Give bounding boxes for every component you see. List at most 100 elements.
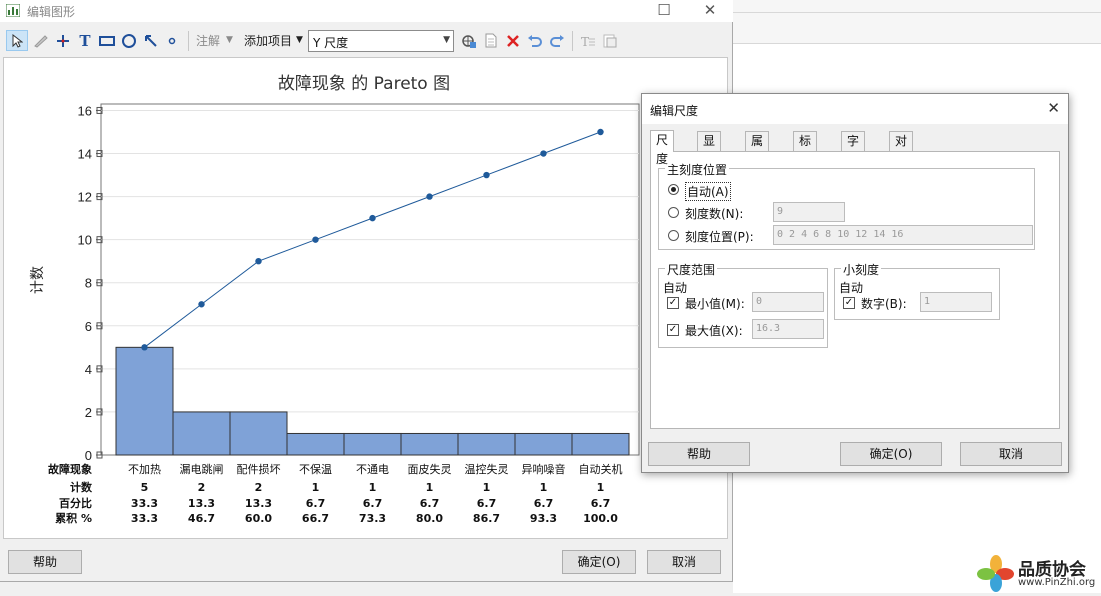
- cumulative-point: [255, 257, 262, 265]
- dialog-ok-button[interactable]: 确定(O): [840, 442, 942, 466]
- table-cell: 73.3: [359, 512, 386, 525]
- dialog-help-button[interactable]: 帮助: [648, 442, 750, 466]
- bar: [514, 432, 573, 456]
- category-label: 面皮失灵: [408, 463, 452, 476]
- add-item-menu[interactable]: 添加项目: [244, 32, 292, 49]
- table-cell: 6.7: [534, 497, 554, 510]
- tab-scale[interactable]: 尺度: [650, 130, 675, 166]
- cumulative-point: [198, 301, 205, 308]
- help-button[interactable]: 帮助: [8, 550, 82, 574]
- graph-canvas[interactable]: 0 2 4 6 8 10 12 14 16 故障现象 的 Pareto 图计数 故障现象 计数 百分比累…: [3, 57, 728, 539]
- crosshair-icon[interactable]: [53, 30, 73, 51]
- group-title: 尺度范围: [665, 261, 718, 278]
- table-cell: 93.3: [530, 512, 557, 525]
- tick-positions-field[interactable]: 0 2 4 6 8 10 12 14 16: [773, 225, 1033, 245]
- close-icon[interactable]: ✕: [1047, 99, 1060, 117]
- minor-tick-group: 小刻度 自动 ✓ 数字(B): 1: [834, 261, 1000, 320]
- radio-auto[interactable]: [668, 184, 679, 195]
- y-tick-label: 12: [78, 190, 92, 205]
- category-label: 不加热: [128, 463, 161, 476]
- toolbar-separator: [188, 31, 189, 51]
- table-cell: 5: [141, 481, 149, 494]
- scale-tab-panel: 主刻度位置 自动(A) 刻度数(N): 9 刻度位置(P): 0 2 4 6 8…: [650, 151, 1060, 429]
- table-cell: 86.7: [473, 512, 500, 525]
- y-tick-label: 2: [85, 405, 92, 420]
- y-tick-label: 0: [85, 448, 92, 463]
- ok-button[interactable]: 确定(O): [562, 550, 636, 574]
- cumulative-point: [141, 344, 148, 351]
- flower-logo-icon: [977, 555, 1014, 592]
- max-value-field[interactable]: 16.3: [752, 319, 824, 339]
- tab-font[interactable]: 字体: [841, 131, 866, 167]
- cumulative-point: [426, 193, 433, 200]
- minor-number-field[interactable]: 1: [920, 292, 992, 312]
- cancel-button[interactable]: 取消: [647, 550, 721, 574]
- radio-tick-positions[interactable]: [668, 230, 679, 241]
- tick-count-field[interactable]: 9: [773, 202, 845, 222]
- table-cell: 2: [198, 481, 206, 494]
- major-tick-group: 主刻度位置 自动(A) 刻度数(N): 9 刻度位置(P): 0 2 4 6 8…: [658, 161, 1035, 250]
- chevron-down-icon[interactable]: ▼: [226, 35, 233, 45]
- line-tool-icon[interactable]: [141, 30, 161, 51]
- close-icon[interactable]: ✕: [687, 0, 733, 22]
- minor-number-label: 数字(B):: [861, 297, 907, 311]
- toolbar-separator: [572, 31, 573, 51]
- freehand-pen-icon[interactable]: [31, 30, 51, 51]
- table-row-label: 百分比: [59, 496, 92, 510]
- table-row-label: 累积 %: [55, 511, 92, 525]
- table-cell: 6.7: [420, 497, 440, 510]
- annotate-menu[interactable]: 注解: [196, 32, 220, 49]
- window-titlebar: 编辑图形 ☐ ✕: [0, 0, 733, 22]
- range-auto-label: 自动: [663, 281, 688, 295]
- table-cell: 33.3: [131, 497, 158, 510]
- tab-alignment[interactable]: 对齐: [889, 131, 914, 167]
- radio-tick-positions-label: 刻度位置(P):: [685, 230, 754, 244]
- undo-icon[interactable]: [525, 30, 545, 51]
- bar: [229, 411, 288, 456]
- redo-icon[interactable]: [547, 30, 567, 51]
- dialog-titlebar: 编辑尺度 ✕: [642, 94, 1068, 124]
- copy-format-icon[interactable]: [600, 30, 620, 51]
- rectangle-tool-icon[interactable]: [97, 30, 117, 51]
- cumulative-point: [312, 236, 319, 243]
- category-label: 自动关机: [579, 462, 623, 476]
- min-auto-checkbox[interactable]: ✓: [667, 297, 679, 309]
- text-tool-icon[interactable]: T: [75, 30, 95, 51]
- cumulative-point: [597, 128, 604, 136]
- group-title: 主刻度位置: [665, 161, 730, 178]
- point-tool-icon[interactable]: [163, 30, 181, 51]
- tab-attributes[interactable]: 属性: [745, 131, 770, 167]
- select-pointer-icon[interactable]: [6, 30, 28, 51]
- scale-range-group: 尺度范围 自动 ✓ 最小值(M): 0 ✓ 最大值(X): 16.3: [658, 261, 828, 348]
- delete-icon[interactable]: [503, 30, 523, 51]
- divider: [733, 12, 1101, 13]
- chevron-down-icon: ▼: [443, 35, 450, 45]
- y-tick-label: 8: [85, 276, 92, 291]
- pareto-chart[interactable]: 0246810121416故障现象 的 Pareto 图计数故障现象计数百分比累…: [4, 58, 729, 540]
- table-cell: 6.7: [306, 497, 326, 510]
- min-value-field[interactable]: 0: [752, 292, 824, 312]
- category-label: 不通电: [356, 463, 389, 476]
- svg-text:T: T: [581, 35, 589, 48]
- radio-tick-count[interactable]: [668, 207, 679, 218]
- max-auto-checkbox[interactable]: ✓: [667, 324, 679, 336]
- document-icon[interactable]: [482, 30, 500, 51]
- chevron-down-icon[interactable]: ▼: [296, 35, 303, 45]
- minor-auto-label: 自动: [839, 281, 864, 295]
- table-cell: 2: [255, 481, 263, 494]
- scale-select[interactable]: Y 尺度 ▼: [308, 30, 454, 52]
- group-title: 小刻度: [841, 261, 882, 278]
- minor-auto-checkbox[interactable]: ✓: [843, 297, 855, 309]
- y-tick-label: 10: [78, 233, 92, 248]
- tab-labels[interactable]: 标签: [793, 131, 818, 167]
- edit-properties-icon[interactable]: [458, 30, 480, 51]
- maximize-icon[interactable]: ☐: [641, 0, 687, 22]
- category-label: 异响噪音: [522, 462, 566, 476]
- tab-display[interactable]: 显示: [697, 131, 722, 167]
- text-format-icon[interactable]: T: [578, 30, 598, 51]
- bar: [400, 432, 459, 456]
- table-cell: 1: [426, 481, 434, 494]
- ellipse-tool-icon[interactable]: [119, 30, 139, 51]
- table-row-label: 故障现象: [48, 462, 92, 476]
- dialog-cancel-button[interactable]: 取消: [960, 442, 1062, 466]
